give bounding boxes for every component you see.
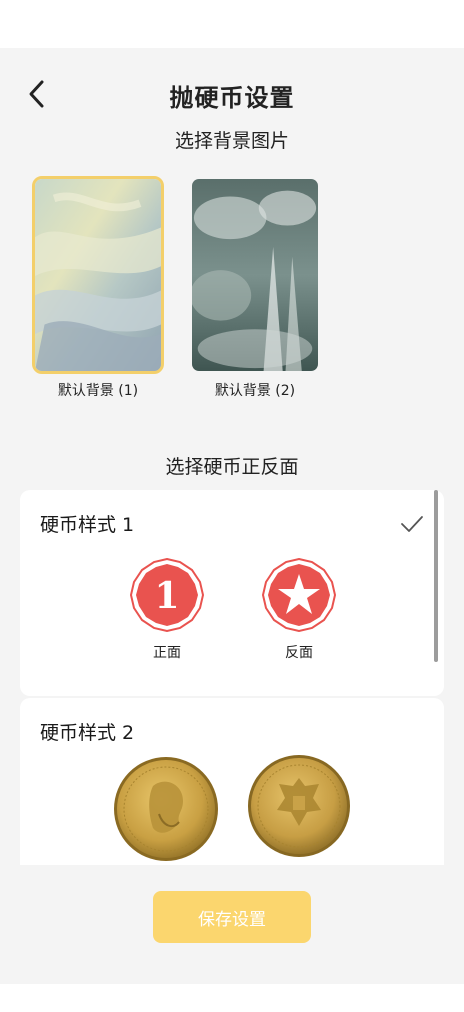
background-thumbnail-2 xyxy=(189,176,321,374)
background-section-title: 选择背景图片 xyxy=(174,130,289,152)
header: 抛硬币设置 xyxy=(0,70,464,118)
background-thumbnail-1 xyxy=(32,176,164,374)
scrollbar[interactable] xyxy=(434,490,438,662)
star-coin-icon xyxy=(262,558,336,632)
checkmark-icon xyxy=(401,516,423,532)
coin-front: 1 正面 xyxy=(130,558,204,662)
coin-style-list[interactable]: 硬币样式 1 1 正面 反面 硬币样式 2 xyxy=(20,490,444,865)
background-option-label: 默认背景 (1) xyxy=(57,383,139,399)
front-label: 正面 xyxy=(153,645,181,661)
background-option-label: 默认背景 (2) xyxy=(214,383,296,399)
coin-back: 反面 xyxy=(262,558,336,662)
coin-style-name: 硬币样式 2 xyxy=(40,722,135,744)
gold-coin-eagle-icon xyxy=(248,755,350,857)
save-button[interactable]: 保存设置 xyxy=(153,891,311,943)
gold-coin-portrait-icon xyxy=(114,757,218,861)
coin-style-card-1[interactable]: 硬币样式 1 1 正面 反面 xyxy=(20,490,444,696)
status-bar xyxy=(0,0,464,48)
coin-section-title: 选择硬币正反面 xyxy=(165,456,299,478)
coin-settings-screen: 抛硬币设置 选择背景图片 默认背景 (1) 默认背景 (2) 选择硬币正反面 硬… xyxy=(0,48,464,984)
background-option-1[interactable]: 默认背景 (1) xyxy=(32,176,164,400)
coin-style-name: 硬币样式 1 xyxy=(40,514,135,536)
coin-front-numeral: 1 xyxy=(154,575,179,617)
background-option-2[interactable]: 默认背景 (2) xyxy=(189,176,321,400)
page-title: 抛硬币设置 xyxy=(169,84,295,112)
coin-front-icon: 1 xyxy=(130,558,204,632)
back-label: 反面 xyxy=(285,645,313,661)
coin-style-card-2[interactable]: 硬币样式 2 xyxy=(20,698,444,865)
navigation-bar xyxy=(0,984,464,1012)
